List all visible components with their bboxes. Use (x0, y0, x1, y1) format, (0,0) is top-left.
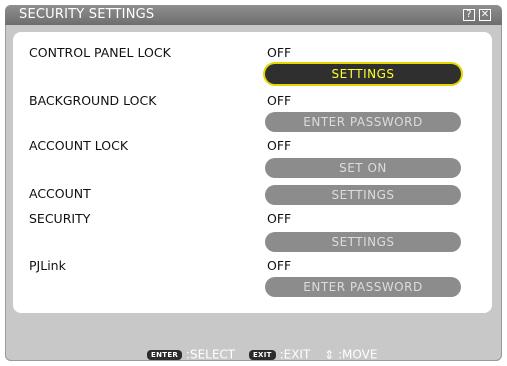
control-panel-lock-settings-button[interactable]: SETTINGS (265, 64, 461, 84)
security-label: SECURITY (29, 211, 91, 226)
close-icon[interactable]: ✕ (479, 9, 491, 21)
account-settings-button[interactable]: SETTINGS (265, 185, 461, 205)
account-lock-value: OFF (267, 138, 292, 153)
security-settings-window: SECURITY SETTINGS ? ✕ CONTROL PANEL LOCK… (5, 5, 502, 361)
key-guide: ENTER :SELECT EXIT :EXIT ⇕ :MOVE (5, 347, 502, 361)
exit-key-icon: EXIT (248, 349, 276, 360)
enter-key-action: :SELECT (185, 347, 236, 362)
control-panel-lock-label: CONTROL PANEL LOCK (29, 45, 171, 60)
background-lock-value: OFF (267, 93, 292, 108)
move-arrows-icon: ⇕ (324, 347, 335, 362)
security-settings-button[interactable]: SETTINGS (265, 232, 461, 252)
title-bar: SECURITY SETTINGS ? ✕ (5, 5, 502, 25)
account-label: ACCOUNT (29, 186, 91, 201)
pjlink-label: PJLink (29, 258, 66, 273)
background-lock-label: BACKGROUND LOCK (29, 93, 157, 108)
pjlink-enter-password-button[interactable]: ENTER PASSWORD (265, 277, 461, 297)
account-lock-set-on-button[interactable]: SET ON (265, 158, 461, 178)
move-action: :MOVE (338, 347, 378, 362)
control-panel-lock-value: OFF (267, 45, 292, 60)
enter-key-icon: ENTER (147, 349, 183, 360)
exit-key-action: :EXIT (279, 347, 311, 362)
account-lock-label: ACCOUNT LOCK (29, 138, 129, 153)
security-value: OFF (267, 211, 292, 226)
pjlink-value: OFF (267, 258, 292, 273)
settings-panel: CONTROL PANEL LOCK OFF SETTINGS BACKGROU… (13, 32, 492, 313)
help-icon[interactable]: ? (463, 9, 475, 21)
background-lock-enter-password-button[interactable]: ENTER PASSWORD (265, 112, 461, 132)
window-title: SECURITY SETTINGS (19, 7, 155, 22)
